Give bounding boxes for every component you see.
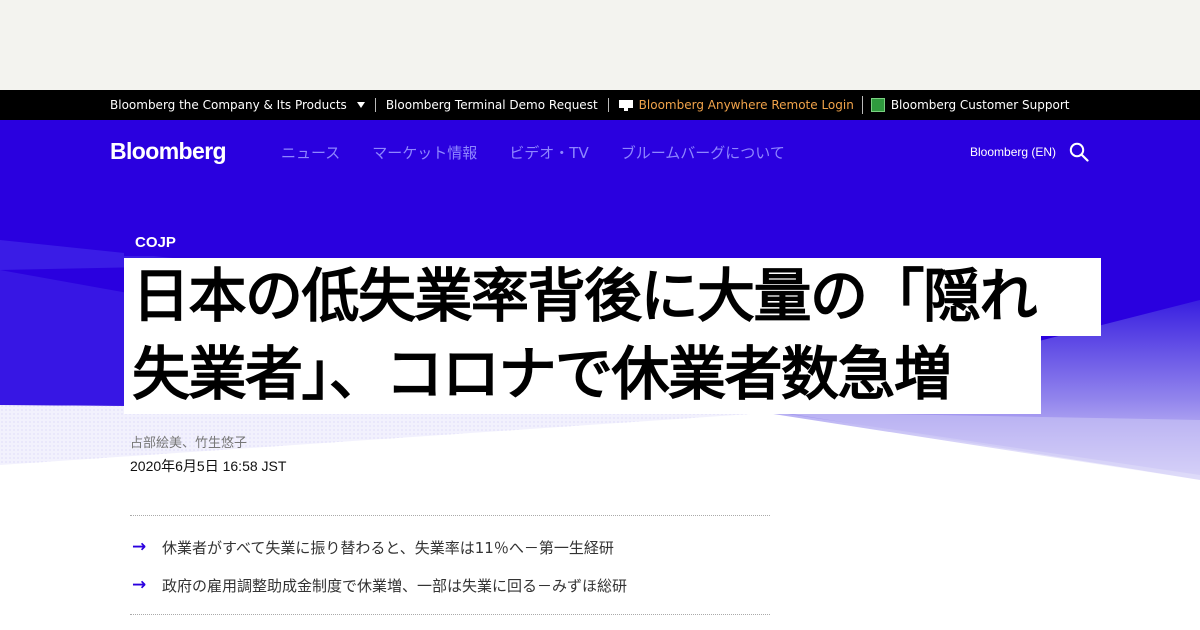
customer-support-label: Bloomberg Customer Support (890, 98, 1070, 112)
nav-item-about[interactable]: ブルームバーグについて (621, 142, 785, 163)
company-products-label: Bloomberg the Company & Its Products (110, 98, 347, 112)
headline-line-2: 失業者」、コロナで休業者数急増 (124, 336, 1041, 414)
help-icon (870, 98, 885, 112)
article-kicker[interactable]: COJP (124, 226, 188, 256)
arrow-right-icon: → (132, 537, 147, 557)
divider (374, 98, 376, 112)
article-summary: → 休業者がすべて失業に振り替わると、失業率は11％へ－第一生経研 → 政府の雇… (130, 515, 770, 615)
customer-support-link[interactable]: Bloomberg Customer Support (870, 98, 1070, 112)
region-switch-link[interactable]: Bloomberg (EN) (970, 145, 1056, 159)
bloomberg-article-page: Bloomberg the Company & Its Products Blo… (0, 0, 1200, 630)
summary-text: 休業者がすべて失業に振り替わると、失業率は11％へ－第一生経研 (162, 538, 614, 557)
monitor-icon (618, 99, 633, 111)
ad-banner-area (0, 0, 1200, 90)
main-nav: ニュース マーケット情報 ビデオ・TV ブルームバーグについて (281, 142, 785, 163)
divider (861, 96, 863, 114)
anywhere-remote-login-link[interactable]: Bloomberg Anywhere Remote Login (618, 98, 854, 112)
summary-item: → 休業者がすべて失業に振り替わると、失業率は11％へ－第一生経研 (130, 528, 770, 566)
article-hero: Bloomberg ニュース マーケット情報 ビデオ・TV ブルームバーグについ… (0, 120, 1200, 630)
caret-down-icon (356, 102, 365, 108)
arrow-right-icon: → (132, 575, 147, 595)
divider (607, 98, 609, 112)
utility-bar: Bloomberg the Company & Its Products Blo… (0, 90, 1200, 120)
nav-item-news[interactable]: ニュース (281, 142, 340, 163)
byline-authors: 占部絵美、竹生悠子 (130, 436, 248, 451)
terminal-demo-request-link[interactable]: Bloomberg Terminal Demo Request (386, 98, 598, 112)
headline-line-1: 日本の低失業率背後に大量の「隠れ (124, 258, 1101, 336)
search-icon[interactable] (1069, 142, 1089, 162)
summary-item: → 政府の雇用調整助成金制度で休業増、一部は失業に回る－みずほ総研 (130, 566, 770, 604)
company-products-menu[interactable]: Bloomberg the Company & Its Products (110, 98, 365, 112)
remote-login-label: Bloomberg Anywhere Remote Login (638, 98, 854, 112)
published-timestamp: 2020年6月5日 16:58 JST (130, 458, 287, 474)
nav-item-video-tv[interactable]: ビデオ・TV (509, 142, 588, 163)
nav-item-markets[interactable]: マーケット情報 (372, 142, 477, 163)
summary-text: 政府の雇用調整助成金制度で休業増、一部は失業に回る－みずほ総研 (162, 576, 628, 595)
bloomberg-logo[interactable]: Bloomberg (110, 138, 227, 165)
